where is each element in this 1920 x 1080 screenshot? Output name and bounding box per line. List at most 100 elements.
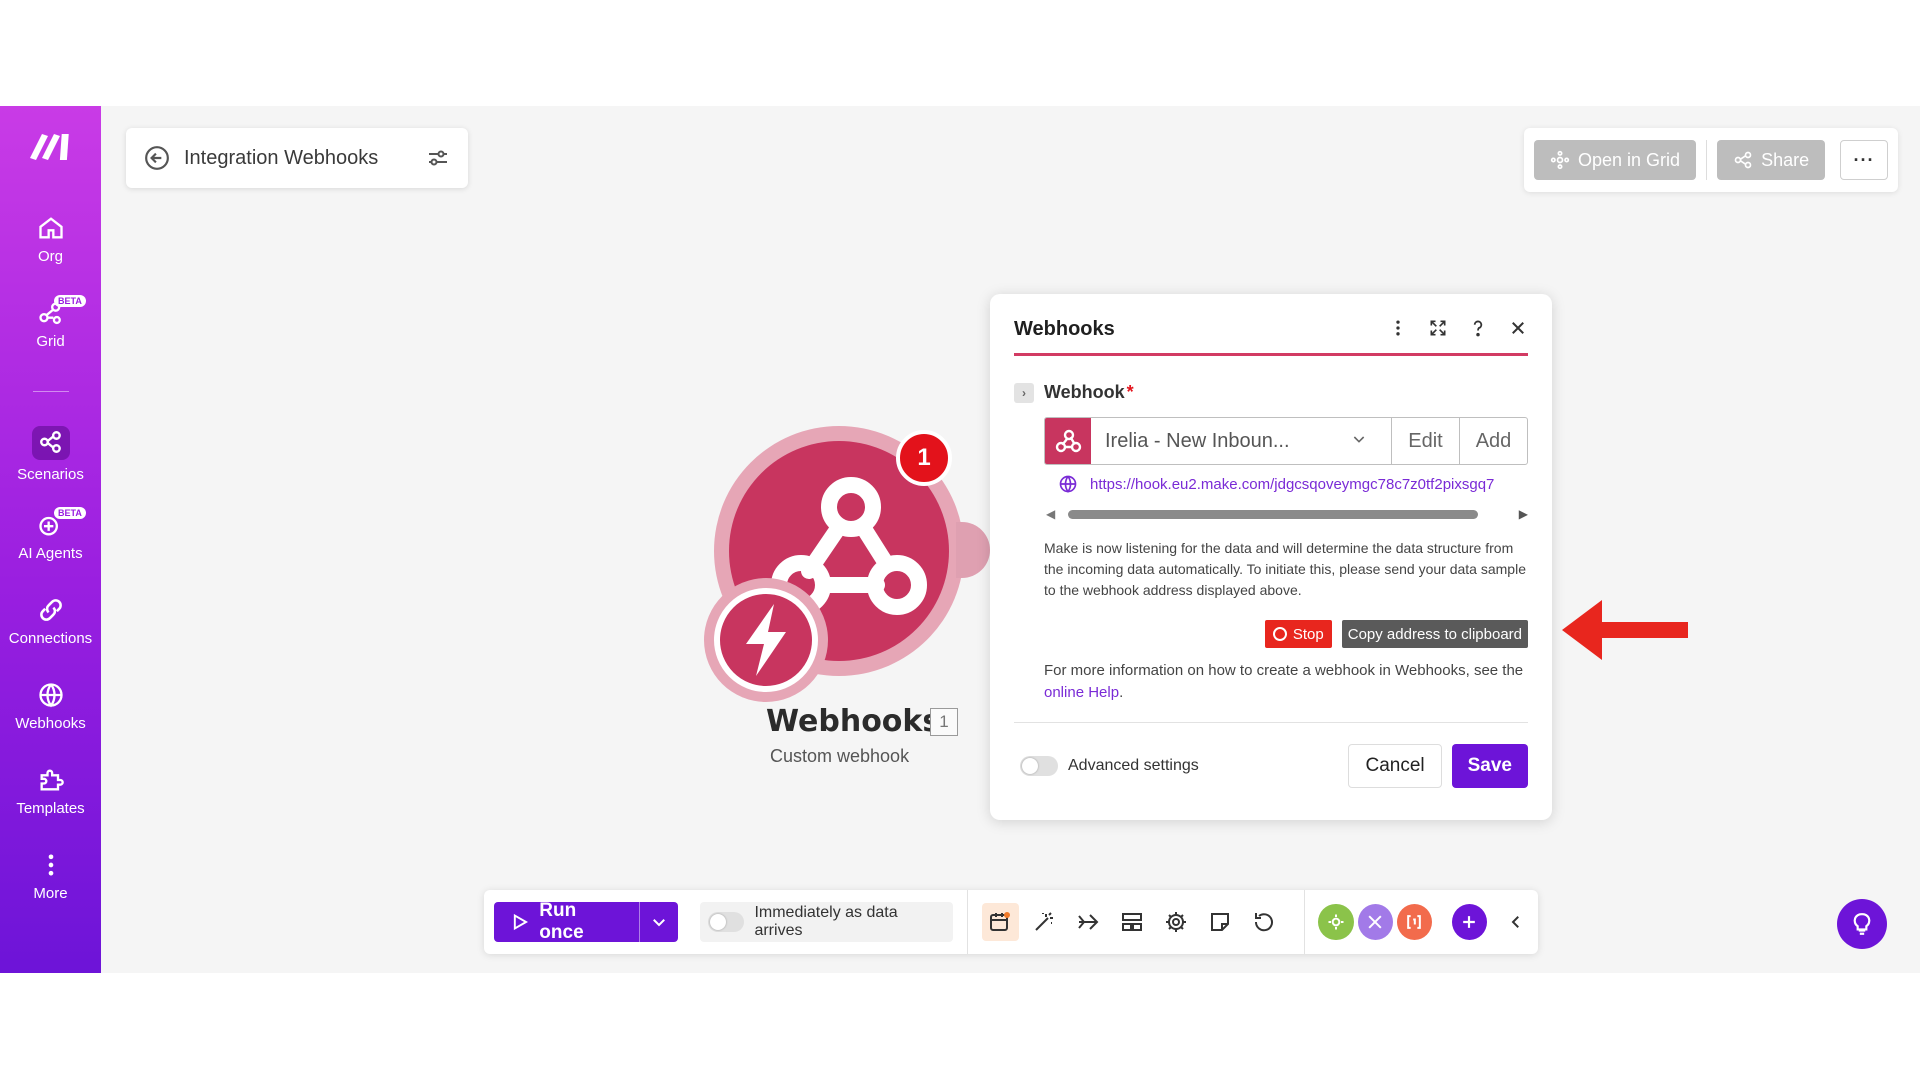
collapse-toolbar-button[interactable] bbox=[1505, 913, 1528, 931]
sidebar-item-label: Scenarios bbox=[17, 466, 84, 483]
home-icon bbox=[38, 217, 63, 239]
share-button[interactable]: Share bbox=[1717, 140, 1826, 180]
dialog-footer: Advanced settings Cancel Save bbox=[1014, 744, 1528, 788]
scroll-left-icon[interactable]: ◀ bbox=[1046, 507, 1055, 521]
chevron-right-icon[interactable]: › bbox=[1014, 382, 1034, 403]
close-icon[interactable] bbox=[1508, 318, 1528, 338]
play-icon bbox=[513, 913, 529, 931]
help-icon[interactable] bbox=[1468, 318, 1488, 338]
sidebar-item-label: Webhooks bbox=[15, 715, 86, 732]
chevron-down-icon bbox=[652, 919, 665, 927]
gear-icon bbox=[1166, 912, 1187, 932]
settings-tool[interactable] bbox=[1158, 903, 1195, 941]
sidebar-item-scenarios[interactable]: Scenarios bbox=[0, 426, 101, 483]
undo-icon bbox=[1254, 913, 1273, 932]
sidebar-item-more[interactable]: More bbox=[0, 851, 101, 902]
module-connector bbox=[956, 522, 990, 578]
more-info-prefix: For more information on how to create a … bbox=[1044, 662, 1524, 679]
sidebar-item-ai-agents[interactable]: BETA AI Agents bbox=[0, 507, 101, 562]
webhook-label-text: Webhook bbox=[1044, 382, 1125, 402]
sidebar-item-label: Grid bbox=[36, 333, 65, 350]
settings-sliders-icon[interactable] bbox=[426, 146, 450, 170]
open-in-grid-button[interactable]: Open in Grid bbox=[1534, 140, 1697, 180]
required-mark: * bbox=[1126, 382, 1134, 402]
edit-button[interactable]: Edit bbox=[1391, 418, 1459, 464]
note-icon bbox=[1211, 913, 1230, 931]
operations-count-badge: 1 bbox=[896, 430, 952, 486]
sidebar-item-label: Org bbox=[37, 248, 63, 265]
beta-badge: BETA bbox=[54, 507, 86, 519]
more-options-button[interactable]: ··· bbox=[1840, 140, 1888, 180]
sidebar-item-connections[interactable]: Connections bbox=[0, 596, 101, 647]
globe-icon bbox=[1059, 475, 1077, 493]
horizontal-scrollbar[interactable]: ◀ ▶ bbox=[1046, 506, 1528, 522]
scroll-right-icon[interactable]: ▶ bbox=[1519, 507, 1528, 521]
sidebar-item-label: Templates bbox=[16, 800, 85, 817]
dialog-header: Webhooks bbox=[1014, 318, 1528, 356]
bottom-toolbar: Run once Immediately as data arrives bbox=[484, 890, 1538, 954]
listening-info-text: Make is now listening for the data and w… bbox=[1044, 540, 1526, 598]
add-module-button[interactable] bbox=[1451, 904, 1487, 940]
expand-icon[interactable] bbox=[1428, 318, 1448, 338]
webhook-url[interactable]: https://hook.eu2.make.com/jdgcsqoveymgc7… bbox=[1090, 476, 1494, 493]
save-button[interactable]: Save bbox=[1451, 744, 1528, 788]
webhook-url-row: https://hook.eu2.make.com/jdgcsqoveymgc7… bbox=[1058, 474, 1528, 494]
run-options-dropdown[interactable] bbox=[638, 902, 678, 942]
stop-button[interactable]: Stop bbox=[1264, 620, 1332, 648]
cancel-button[interactable]: Cancel bbox=[1348, 744, 1442, 788]
bracket-icon bbox=[1407, 915, 1421, 929]
page-title[interactable]: Integration Webhooks bbox=[184, 147, 426, 170]
webhooks-module[interactable]: 1 Webhooks 1 Custom webhook bbox=[690, 422, 1010, 766]
open-in-grid-label: Open in Grid bbox=[1578, 149, 1681, 170]
sidebar-item-templates[interactable]: Templates bbox=[0, 766, 101, 817]
sidebar-item-grid[interactable]: BETA Grid bbox=[0, 295, 101, 350]
app-icon-tools[interactable] bbox=[1357, 904, 1393, 940]
more-info-suffix: . bbox=[1119, 684, 1124, 701]
toolbar-divider bbox=[1303, 890, 1305, 954]
back-arrow-icon[interactable] bbox=[144, 145, 170, 171]
vertical-dots-icon bbox=[48, 854, 53, 876]
sidebar-divider bbox=[33, 391, 69, 392]
magic-wand-icon bbox=[1035, 912, 1054, 931]
top-right-toolbar: Open in Grid Share ··· bbox=[1524, 128, 1898, 192]
magic-wand-tool[interactable] bbox=[1026, 903, 1063, 941]
flow-control-tool[interactable] bbox=[1070, 903, 1107, 941]
webhook-selected-value[interactable]: Irelia - New Inboun... bbox=[1091, 430, 1351, 453]
share-label: Share bbox=[1761, 149, 1810, 170]
module-id-box: 1 bbox=[930, 708, 958, 736]
sidebar-item-org[interactable]: Org bbox=[0, 214, 101, 265]
run-once-button[interactable]: Run once bbox=[494, 902, 639, 942]
scheduling-tool[interactable] bbox=[981, 903, 1019, 941]
run-once-label: Run once bbox=[539, 902, 584, 942]
undo-tool[interactable] bbox=[1246, 903, 1283, 941]
globe-icon bbox=[38, 683, 63, 708]
stop-label: Stop bbox=[1292, 625, 1324, 643]
schedule-toggle[interactable] bbox=[707, 912, 745, 932]
add-button[interactable]: Add bbox=[1459, 418, 1527, 464]
calendar-icon bbox=[990, 912, 1011, 931]
tips-button[interactable] bbox=[1837, 899, 1887, 949]
webhook-select[interactable]: Irelia - New Inboun... Edit Add bbox=[1044, 417, 1528, 465]
app-icon-green[interactable] bbox=[1318, 904, 1354, 940]
red-arrow-annotation bbox=[1562, 600, 1688, 660]
advanced-settings-toggle[interactable] bbox=[1020, 756, 1058, 776]
sidebar-item-label: AI Agents bbox=[18, 545, 83, 562]
notes-tool[interactable] bbox=[1202, 903, 1239, 941]
kebab-menu-icon[interactable] bbox=[1388, 318, 1408, 338]
scrollbar-thumb[interactable] bbox=[1068, 510, 1478, 519]
schedule-setting[interactable]: Immediately as data arrives bbox=[699, 902, 953, 942]
lightning-icon bbox=[746, 604, 786, 676]
app-canvas: Org BETA Grid Scenarios BETA AI Agents C… bbox=[0, 106, 1920, 973]
chevron-down-icon[interactable] bbox=[1351, 431, 1391, 452]
sidebar-item-webhooks[interactable]: Webhooks bbox=[0, 681, 101, 732]
more-dots-icon: ··· bbox=[1853, 149, 1875, 170]
copy-address-button[interactable]: Copy address to clipboard bbox=[1341, 620, 1528, 648]
app-icon-bracket[interactable] bbox=[1396, 904, 1432, 940]
sidebar-item-label: Connections bbox=[8, 630, 93, 647]
stop-icon bbox=[1272, 627, 1287, 641]
online-help-link[interactable]: online Help bbox=[1044, 684, 1119, 701]
gear-icon bbox=[1328, 914, 1344, 930]
layout-tool[interactable] bbox=[1114, 903, 1151, 941]
make-logo-icon[interactable] bbox=[28, 130, 72, 160]
airplane-icon bbox=[1078, 914, 1099, 930]
